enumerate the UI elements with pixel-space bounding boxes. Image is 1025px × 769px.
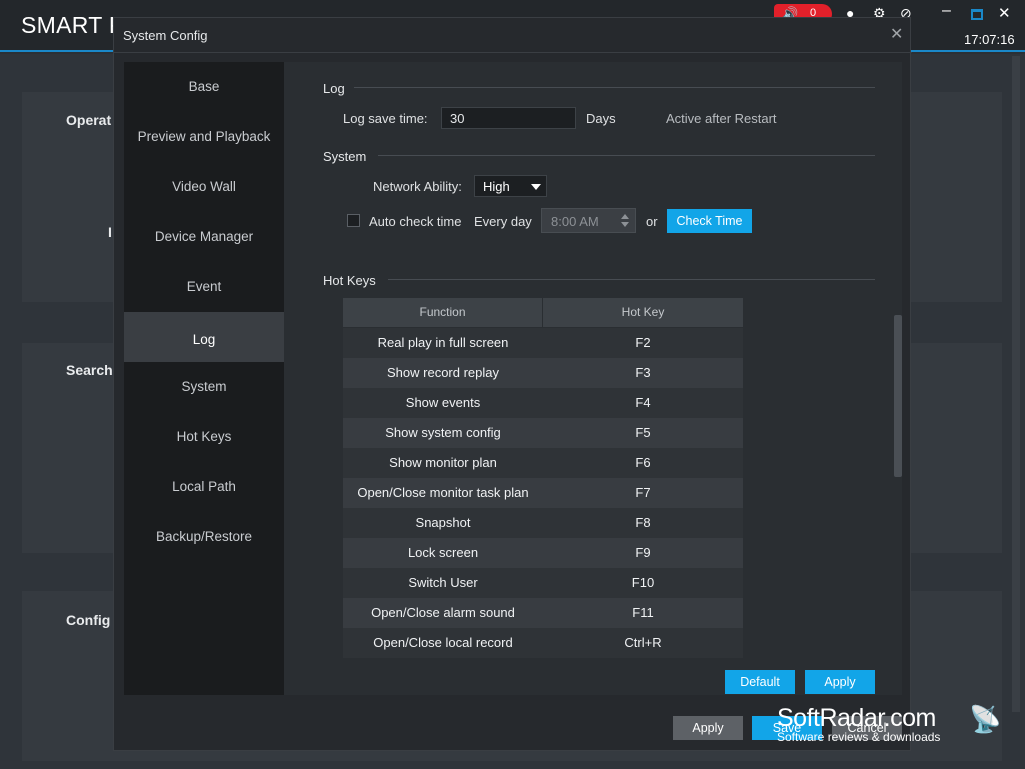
system-section-title: System — [323, 149, 367, 164]
row-function: Show events — [405, 395, 481, 410]
background-scrollbar[interactable] — [1012, 56, 1020, 712]
row-hotkey: F9 — [635, 545, 651, 560]
log-restart-note: Active after Restart — [666, 111, 777, 126]
scrollbar-thumb[interactable] — [894, 315, 902, 477]
table-row[interactable]: Open/Close alarm sound F11 — [343, 598, 743, 628]
row-hotkey: F11 — [632, 605, 654, 620]
app-title: SMART P — [21, 12, 125, 38]
dialog-title: System Config — [123, 28, 208, 43]
table-row[interactable]: Real play in full screen F2 — [343, 328, 743, 358]
check-time-button[interactable]: Check Time — [667, 209, 752, 233]
row-function: Show record replay — [387, 365, 499, 380]
item-label: I — [108, 224, 112, 240]
row-hotkey: F2 — [635, 335, 651, 350]
hotkeys-section-title: Hot Keys — [323, 273, 376, 288]
row-hotkey: F10 — [631, 575, 655, 590]
table-row[interactable]: Show monitor plan F6 — [343, 448, 743, 478]
log-section-title: Log — [323, 81, 345, 96]
row-hotkey: F3 — [635, 365, 651, 380]
watermark: SoftRadar.com Software reviews & downloa… — [777, 704, 1017, 754]
row-hotkey: F4 — [635, 395, 651, 410]
row-hotkey: F8 — [635, 515, 651, 530]
row-function: Lock screen — [407, 545, 479, 560]
row-function: Open/Close local record — [373, 635, 513, 650]
app-window: SMART P 🔊 0 ● ⚙ ⊘ – ✕ 17:07:16 Operat I … — [0, 0, 1025, 769]
log-save-time-label: Log save time: — [343, 111, 428, 126]
content-scrollbar[interactable] — [894, 62, 902, 695]
default-button[interactable]: Default — [725, 670, 795, 694]
table-row[interactable]: Show system config F5 — [343, 418, 743, 448]
nav-item-log[interactable]: Log — [124, 312, 284, 362]
table-row[interactable]: Show record replay F3 — [343, 358, 743, 388]
row-function: Open/Close monitor task plan — [357, 485, 529, 500]
table-row[interactable]: Switch User F10 — [343, 568, 743, 598]
table-row[interactable]: Open/Close local record Ctrl+R — [343, 628, 743, 658]
nav-item-device-manager[interactable]: Device Manager — [124, 212, 284, 262]
row-function: Show monitor plan — [389, 455, 497, 470]
check-time-input[interactable]: 8:00 AM — [541, 208, 636, 233]
nav-item-hot-keys[interactable]: Hot Keys — [124, 412, 284, 462]
satellite-dish-icon: 📡 — [969, 704, 1002, 734]
row-function: Switch User — [408, 575, 478, 590]
close-icon[interactable]: ✕ — [890, 24, 903, 44]
dialog-divider — [114, 52, 912, 53]
search-label: Search — [66, 362, 113, 378]
row-hotkey: Ctrl+R — [624, 635, 662, 650]
config-content: Log Log save time: Days Active after Res… — [284, 62, 896, 695]
clock: 17:07:16 — [964, 32, 1015, 47]
apply-button[interactable]: Apply — [673, 716, 743, 740]
row-hotkey: F6 — [635, 455, 651, 470]
or-label: or — [646, 214, 658, 229]
watermark-title: SoftRadar.com — [777, 704, 936, 732]
auto-check-time-checkbox[interactable] — [347, 214, 360, 227]
nav-item-local-path[interactable]: Local Path — [124, 462, 284, 512]
auto-check-time-label: Auto check time — [369, 214, 462, 229]
row-function: Snapshot — [415, 515, 471, 530]
network-ability-select[interactable]: High — [474, 175, 547, 197]
table-row[interactable]: Lock screen F9 — [343, 538, 743, 568]
log-section-line — [354, 87, 875, 88]
table-header: Function Hot Key — [343, 298, 743, 327]
system-section-line — [378, 155, 875, 156]
config-label: Config — [66, 612, 111, 628]
network-ability-label: Network Ability: — [373, 179, 462, 194]
nav-item-base[interactable]: Base — [124, 62, 284, 112]
chevron-down-icon — [531, 184, 541, 190]
spin-up-icon[interactable] — [621, 214, 629, 219]
row-function: Show system config — [385, 425, 501, 440]
log-save-time-input[interactable] — [441, 107, 576, 129]
system-config-dialog: System Config ✕ Base Preview and Playbac… — [113, 17, 912, 751]
maximize-icon[interactable] — [971, 9, 983, 20]
row-hotkey: F5 — [635, 425, 651, 440]
hotkeys-section-line — [388, 279, 875, 280]
spin-down-icon[interactable] — [621, 222, 629, 227]
column-header-hotkey: Hot Key — [621, 305, 665, 319]
table-row[interactable]: Open/Close monitor task plan F7 — [343, 478, 743, 508]
minimize-icon[interactable]: – — [942, 2, 951, 20]
close-app-icon[interactable]: ✕ — [998, 4, 1011, 22]
nav-item-preview-playback[interactable]: Preview and Playback — [124, 112, 284, 162]
table-row[interactable]: Snapshot F8 — [343, 508, 743, 538]
nav-item-system[interactable]: System — [124, 362, 284, 412]
row-hotkey: F7 — [635, 485, 651, 500]
table-row[interactable]: Show events F4 — [343, 388, 743, 418]
operation-label: Operat — [66, 112, 112, 128]
column-header-function: Function — [419, 305, 466, 319]
nav-item-event[interactable]: Event — [124, 262, 284, 312]
hotkeys-apply-button[interactable]: Apply — [805, 670, 875, 694]
nav-item-backup-restore[interactable]: Backup/Restore — [124, 512, 284, 562]
row-function: Real play in full screen — [377, 335, 509, 350]
watermark-subtitle: Software reviews & downloads — [777, 730, 941, 744]
frequency-label: Every day — [474, 214, 532, 229]
check-time-value: 8:00 AM — [551, 214, 599, 229]
config-nav: Base Preview and Playback Video Wall Dev… — [124, 62, 284, 695]
nav-item-video-wall[interactable]: Video Wall — [124, 162, 284, 212]
row-function: Open/Close alarm sound — [371, 605, 515, 620]
log-unit-label: Days — [586, 111, 616, 126]
network-ability-value: High — [483, 179, 510, 194]
